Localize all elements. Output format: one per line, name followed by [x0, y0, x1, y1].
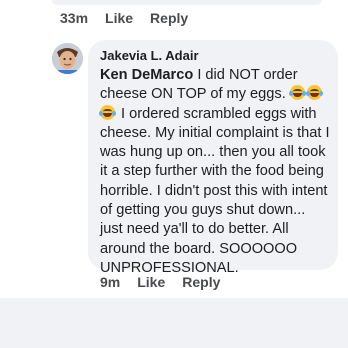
- comment-text-part2: I ordered scrambled eggs with cheese. My…: [100, 105, 330, 276]
- face-with-tears-of-joy-icon: [99, 104, 116, 120]
- previous-comment-bubble: [52, 0, 322, 5]
- reply-button[interactable]: Reply: [182, 274, 220, 290]
- comment-actions: 9m Like Reply: [100, 274, 237, 290]
- like-button[interactable]: Like: [137, 274, 165, 290]
- face-with-tears-of-joy-icon: [305, 85, 323, 101]
- avatar[interactable]: [52, 43, 83, 74]
- face-with-tears-of-joy-icon: [288, 85, 306, 101]
- mention-link[interactable]: Ken DeMarco: [100, 67, 193, 83]
- comment-time[interactable]: 9m: [100, 274, 120, 290]
- previous-comment-actions: 33m Like Reply: [60, 10, 205, 26]
- comment-author[interactable]: Jakevia L. Adair: [100, 48, 199, 63]
- previous-comment-time[interactable]: 33m: [60, 10, 88, 26]
- previous-reply-button[interactable]: Reply: [150, 10, 188, 26]
- comment-text: Ken DeMarco I did NOT order cheese ON TO…: [99, 66, 332, 278]
- footer-area: [0, 298, 348, 348]
- previous-like-button[interactable]: Like: [105, 10, 133, 26]
